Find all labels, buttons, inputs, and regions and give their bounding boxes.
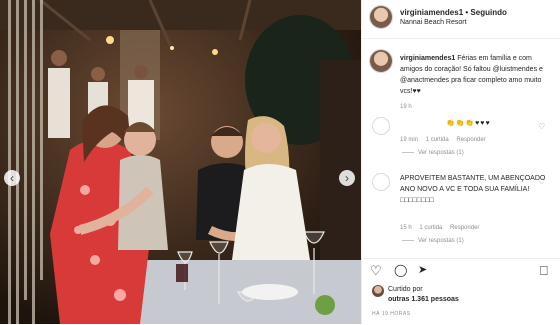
comment-reply-button[interactable]: Responder [450,225,479,231]
comment-avatar[interactable] [372,117,390,135]
photo-illustration [0,0,361,324]
share-icon[interactable]: ➤ [418,264,427,277]
post-date[interactable]: HÁ 19 HORAS [372,311,411,317]
likes-count[interactable]: outras 1.361 pessoas [388,296,459,303]
caption-hearts: ♥♥ [412,88,421,95]
comment-time[interactable]: 15 h [400,225,412,231]
comment-likes[interactable]: 1 curtida [426,137,449,143]
comment-time[interactable]: 19 min [400,137,418,143]
comment-icon[interactable]: ◯ [394,264,407,277]
view-replies-label: Ver respostas (1) [418,238,464,244]
bookmark-icon[interactable]: ⎕ [540,264,548,277]
caption-avatar[interactable] [370,50,392,72]
follow-state-button[interactable]: Seguindo [470,8,506,17]
comment-text: APROVEITEM BASTANTE, UM ABENÇOADO ANO NO… [400,175,546,204]
comment-heart-icon[interactable]: ♡ [538,122,545,131]
username-link[interactable]: virginiamendes1 [400,8,463,17]
comment-meta: 19 min 1 curtida Responder [400,137,492,143]
post-photo[interactable]: ‹ › [0,0,361,324]
comment-reply-button[interactable]: Responder [456,137,485,143]
comment-heart-icon[interactable]: ♡ [538,177,545,186]
comment-text: 👏👏👏♥♥♥ [446,120,491,127]
location-link[interactable]: Nannai Beach Resort [400,19,467,26]
view-replies-link[interactable]: Ver respostas (1) [402,238,464,244]
comment-avatar[interactable] [372,173,390,191]
heart-icon[interactable]: ♡ [370,264,382,277]
separator-dot: • [465,8,469,17]
comment-meta: 15 h 1 curtida Responder [400,225,485,231]
chevron-right-icon[interactable]: › [339,170,355,186]
avatar[interactable] [370,6,392,28]
post-actions: ♡ ◯ ➤ ⎕ Curtido por outras 1.361 pessoas… [362,258,560,325]
chevron-left-icon[interactable]: ‹ [4,170,20,186]
view-replies-link[interactable]: Ver respostas (1) [402,150,464,156]
liked-by-avatar[interactable] [372,285,384,297]
likes-summary[interactable]: Curtido por outras 1.361 pessoas [388,285,553,305]
likes-prefix: Curtido por [388,286,423,293]
caption-timestamp[interactable]: 19 h [400,104,412,110]
comment-likes[interactable]: 1 curtida [419,225,442,231]
header-username-line: virginiamendes1 • Seguindo [400,8,507,17]
post-side-panel: virginiamendes1 • Seguindo Nannai Beach … [361,0,560,324]
caption-username[interactable]: virginiamendes1 [400,55,455,62]
post-header: virginiamendes1 • Seguindo Nannai Beach … [362,0,560,39]
post-caption: virginiamendes1 Férias em família e com … [400,53,552,97]
view-replies-label: Ver respostas (1) [418,150,464,156]
